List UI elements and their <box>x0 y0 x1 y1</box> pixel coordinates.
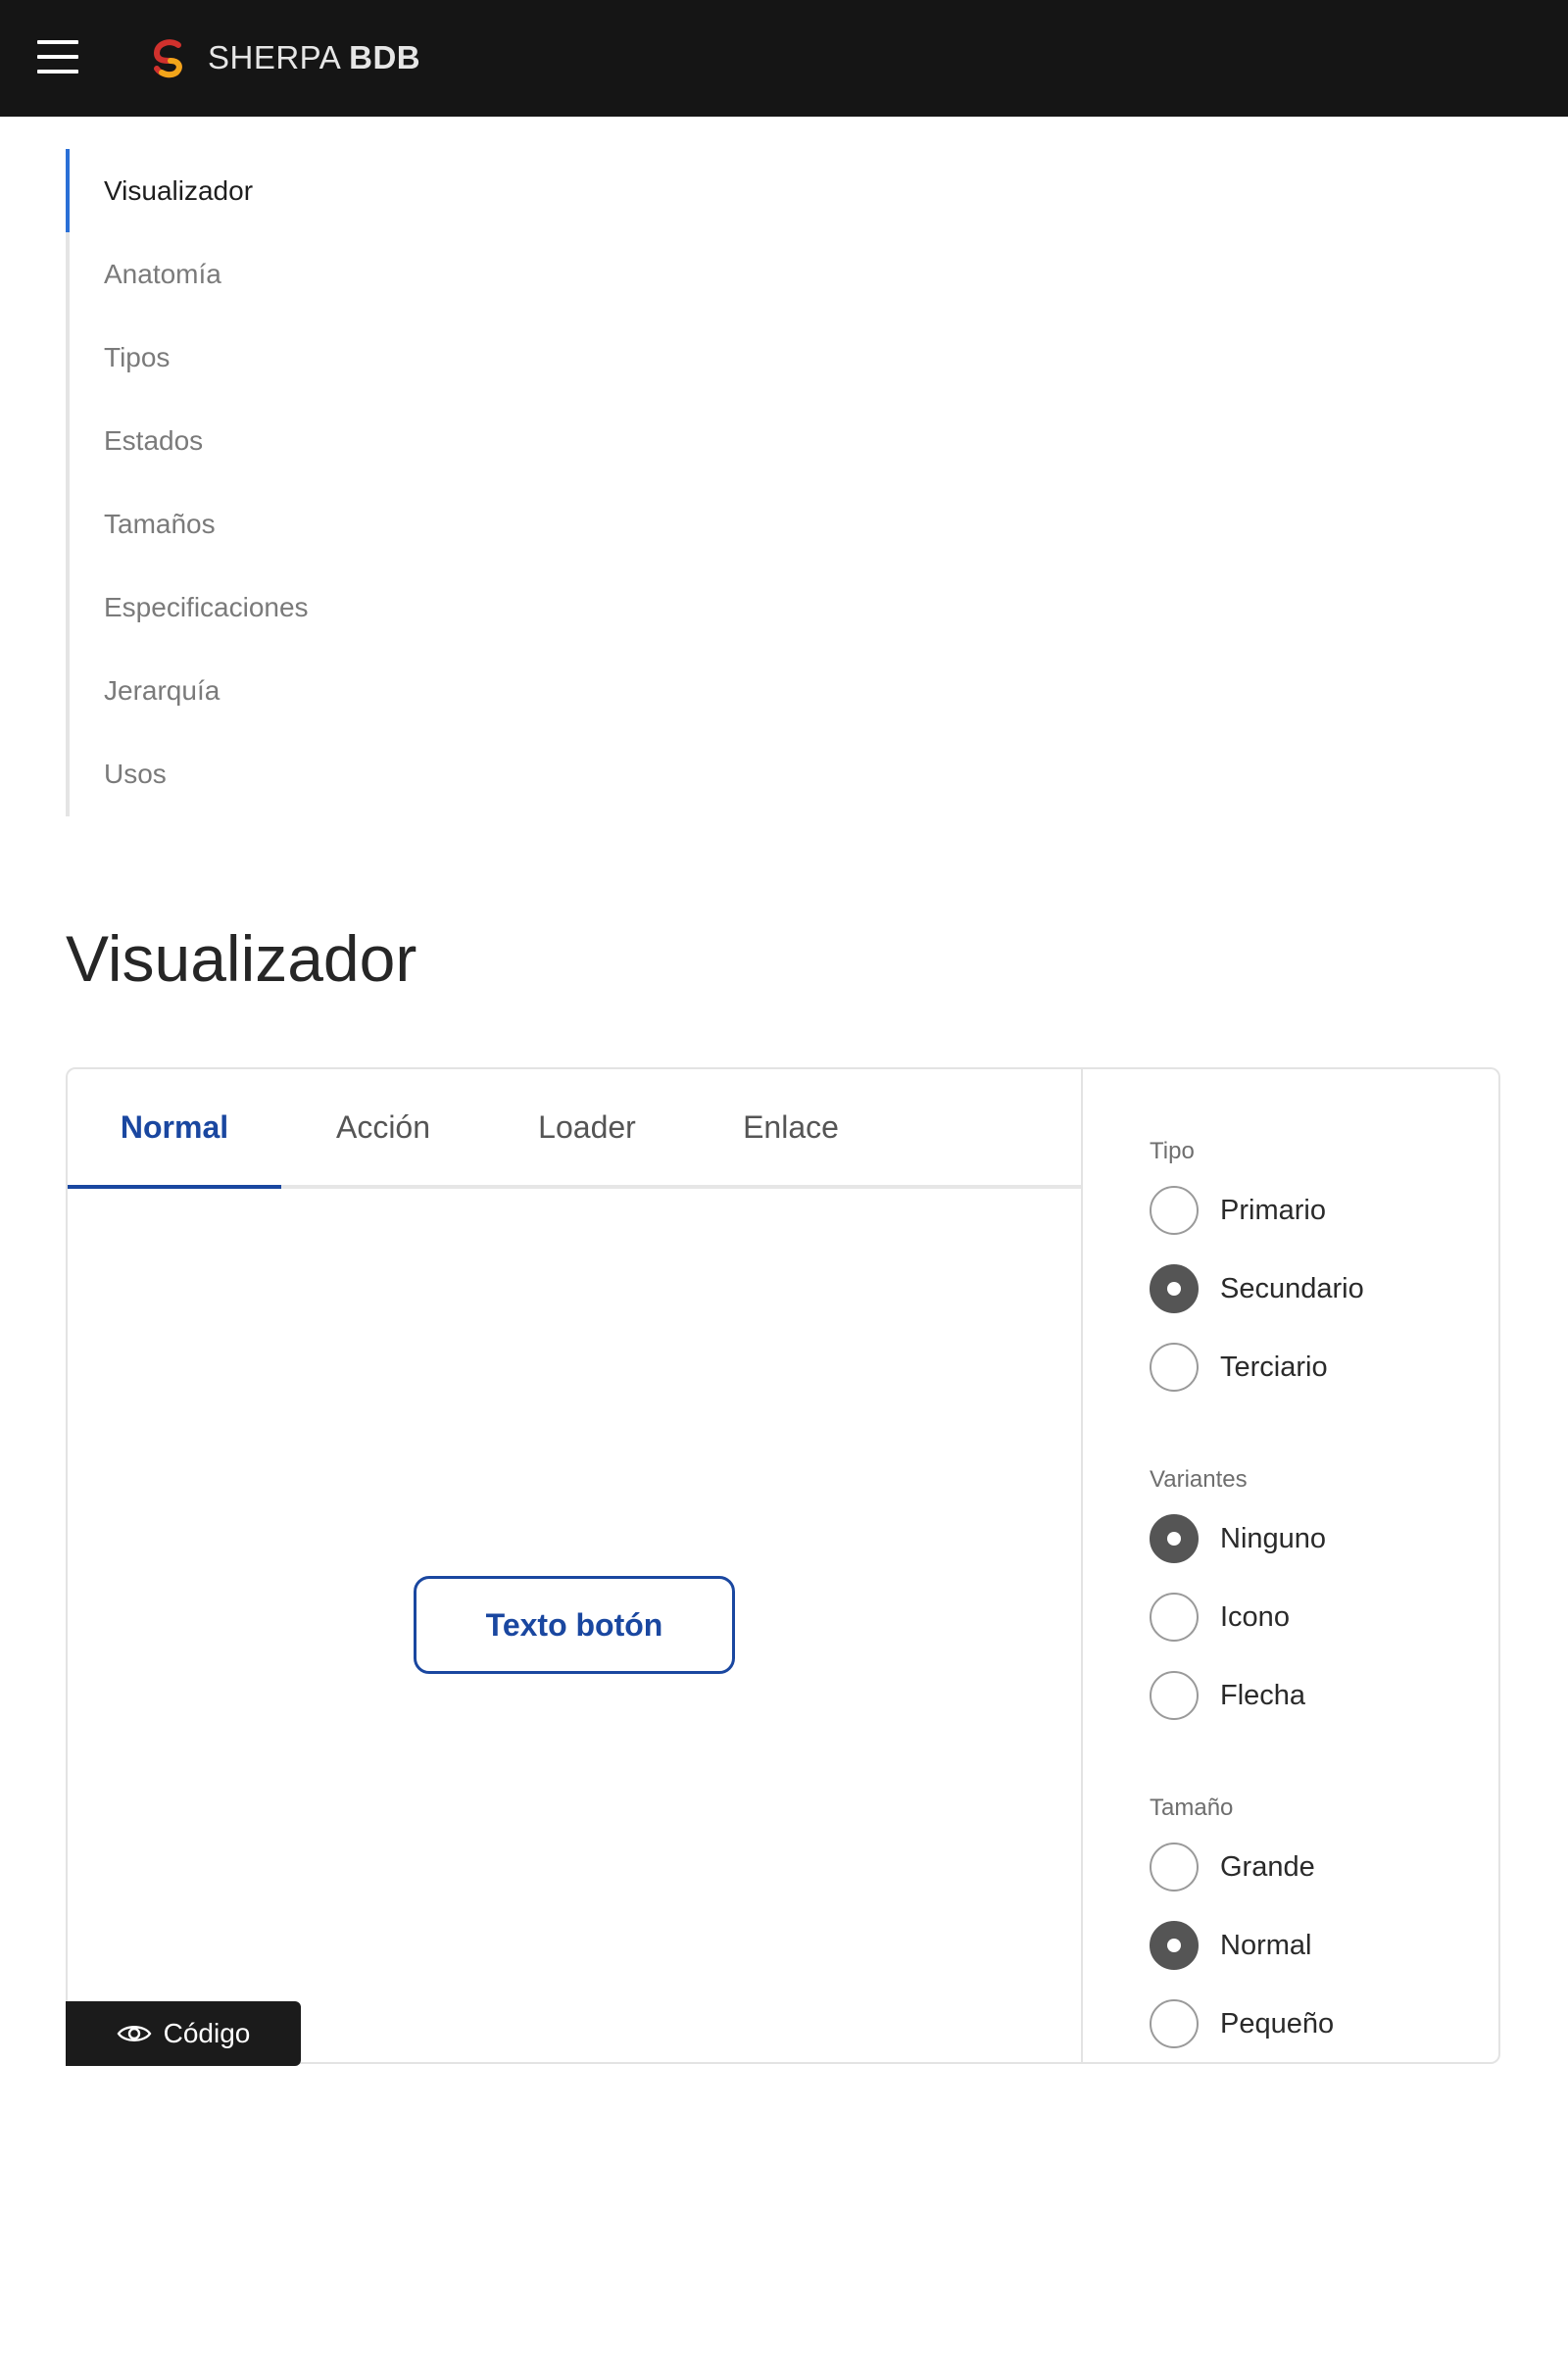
radio-tipo-primario[interactable]: Primario <box>1150 1183 1326 1238</box>
variantes-group-label: Variantes <box>1150 1466 1248 1493</box>
radio-tamano-normal[interactable]: Normal <box>1150 1918 1311 1973</box>
viewer-card: Normal Acción Loader Enlace Texto botón … <box>66 1067 1500 2066</box>
eye-icon <box>117 2026 152 2041</box>
sidenav-item-visualizador[interactable]: Visualizador <box>66 149 556 232</box>
code-button-label: Código <box>163 2018 251 2048</box>
sidenav-item-label: Tamaños <box>104 508 216 539</box>
radio-label: Primario <box>1220 1194 1326 1226</box>
sidenav-item-tamanos[interactable]: Tamaños <box>66 482 556 565</box>
side-navigation: Visualizador Anatomía Tipos Estados Tama… <box>66 149 556 816</box>
brand-name: SHERPA <box>208 39 340 75</box>
tab-normal[interactable]: Normal <box>68 1069 281 1189</box>
radio-button[interactable] <box>1150 1671 1199 1720</box>
tab-label: Loader <box>538 1108 636 1145</box>
sidenav-item-label: Anatomía <box>104 258 221 289</box>
radio-button[interactable] <box>1150 1593 1199 1642</box>
radio-button-checked[interactable] <box>1150 1514 1199 1563</box>
sidenav-item-especificaciones[interactable]: Especificaciones <box>66 565 556 649</box>
brand[interactable]: SHERPA BDB <box>149 35 420 80</box>
viewer-preview-area: Normal Acción Loader Enlace Texto botón … <box>66 1069 1081 2066</box>
top-bar: SHERPA BDB <box>0 0 1568 117</box>
sherpa-logo <box>153 39 182 78</box>
sidenav-item-label: Tipos <box>104 341 171 372</box>
radio-label: Ninguno <box>1220 1522 1327 1554</box>
sidenav-item-label: Jerarquía <box>104 674 220 706</box>
radio-variantes-flecha[interactable]: Flecha <box>1150 1668 1305 1723</box>
code-toggle-button[interactable]: Código <box>66 2001 301 2066</box>
tipo-group-label: Tipo <box>1150 1138 1195 1164</box>
sidenav-item-label: Usos <box>104 758 167 789</box>
radio-label: Icono <box>1220 1600 1290 1633</box>
sidenav-item-jerarquia[interactable]: Jerarquía <box>66 649 556 732</box>
radio-tamano-grande[interactable]: Grande <box>1150 1840 1315 1894</box>
radio-label: Grande <box>1220 1850 1315 1883</box>
radio-label: Terciario <box>1220 1351 1328 1383</box>
sidenav-item-tipos[interactable]: Tipos <box>66 316 556 399</box>
sidenav-item-usos[interactable]: Usos <box>66 732 556 815</box>
tab-enlace[interactable]: Enlace <box>689 1069 893 1185</box>
tamano-group-label: Tamaño <box>1150 1794 1234 1821</box>
brand-suffix: BDB <box>349 39 421 75</box>
sidenav-item-label: Estados <box>104 424 204 456</box>
tab-label: Enlace <box>743 1108 839 1145</box>
radio-tamano-pequeno[interactable]: Pequeño <box>1150 1996 1334 2051</box>
tab-label: Acción <box>335 1108 431 1145</box>
page-title: Visualizador <box>66 922 417 995</box>
preview-text-button[interactable]: Texto botón <box>414 1576 735 1674</box>
hamburger-menu-icon[interactable] <box>37 40 78 74</box>
radio-button[interactable] <box>1150 1999 1199 2048</box>
radio-tipo-terciario[interactable]: Terciario <box>1150 1340 1328 1395</box>
tab-label: Normal <box>120 1108 229 1145</box>
radio-label: Secundario <box>1220 1272 1364 1304</box>
radio-label: Flecha <box>1220 1679 1306 1711</box>
radio-label: Normal <box>1220 1929 1312 1961</box>
radio-label: Pequeño <box>1220 2007 1335 2040</box>
sidenav-item-label: Visualizador <box>104 174 254 206</box>
viewer-tabs: Normal Acción Loader Enlace <box>68 1069 1081 1189</box>
radio-variantes-ninguno[interactable]: Ninguno <box>1150 1511 1326 1566</box>
radio-variantes-icono[interactable]: Icono <box>1150 1590 1290 1645</box>
radio-button[interactable] <box>1150 1343 1199 1392</box>
sidenav-item-estados[interactable]: Estados <box>66 399 556 482</box>
tab-loader[interactable]: Loader <box>485 1069 689 1185</box>
radio-button[interactable] <box>1150 1843 1199 1892</box>
radio-button-checked[interactable] <box>1150 1921 1199 1970</box>
radio-button[interactable] <box>1150 1186 1199 1235</box>
radio-button-checked[interactable] <box>1150 1264 1199 1313</box>
tab-accion[interactable]: Acción <box>281 1069 485 1185</box>
sidenav-item-label: Especificaciones <box>104 591 309 622</box>
options-panel: Tipo Primario Secundario Terciario Varia… <box>1083 1069 1498 2062</box>
radio-tipo-secundario[interactable]: Secundario <box>1150 1261 1364 1316</box>
sidenav-item-anatomia[interactable]: Anatomía <box>66 232 556 316</box>
